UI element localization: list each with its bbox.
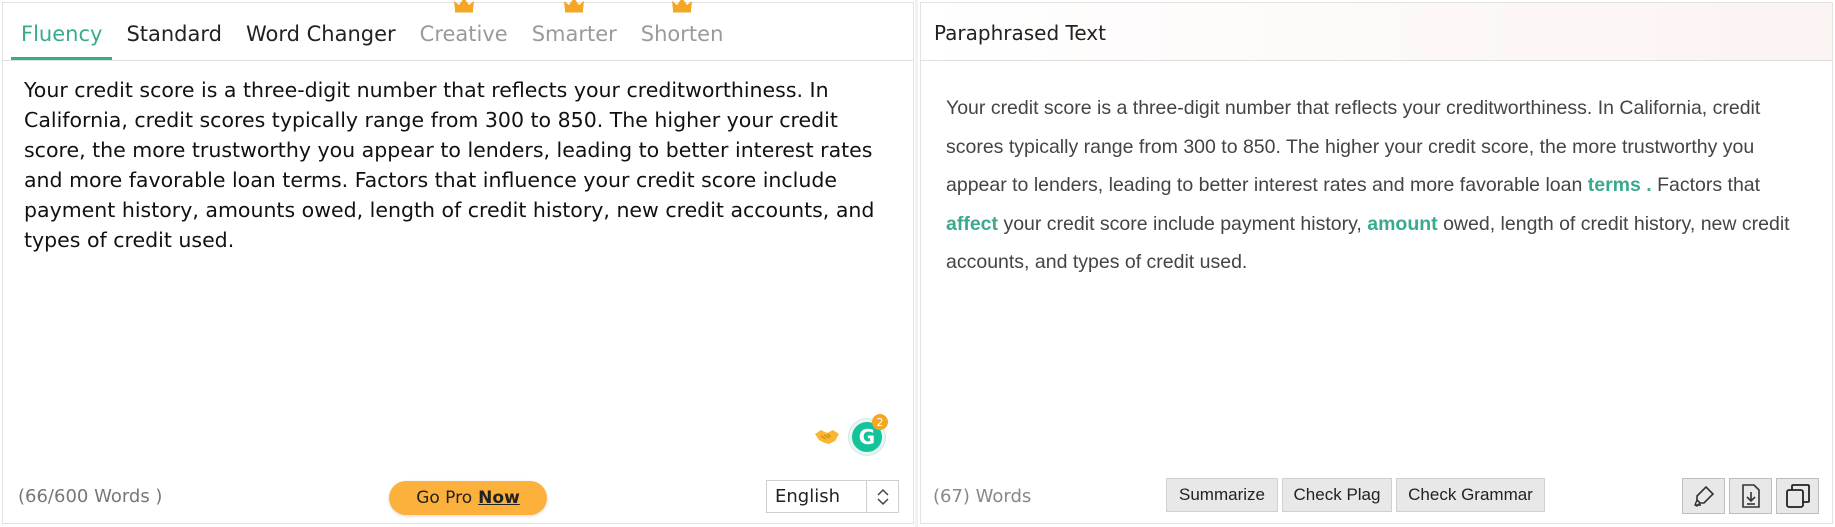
tab-label: Standard <box>126 22 222 46</box>
language-value: English <box>775 486 840 507</box>
crown-icon <box>564 0 585 13</box>
tab-label: Creative <box>419 22 508 46</box>
download-button[interactable] <box>1729 478 1772 514</box>
crown-icon <box>672 0 693 13</box>
go-pro-now-label: Now <box>478 488 520 508</box>
output-segment: your credit score include payment histor… <box>998 212 1368 235</box>
language-select[interactable]: English <box>766 480 899 513</box>
highlighter-icon <box>1693 485 1714 507</box>
handshake-icon[interactable] <box>813 424 841 448</box>
paraphrased-text[interactable]: Your credit score is a three-digit numbe… <box>946 89 1796 282</box>
tab-standard[interactable]: Standard <box>116 22 232 60</box>
output-panel: Paraphrased Text Your credit score is a … <box>920 2 1833 524</box>
tab-smarter[interactable]: Smarter <box>522 0 627 60</box>
changed-word[interactable]: affect <box>946 213 998 235</box>
tab-fluency[interactable]: Fluency <box>11 22 113 60</box>
download-icon <box>1741 484 1760 508</box>
tab-label: Fluency <box>21 22 103 46</box>
check-grammar-button[interactable]: Check Grammar <box>1396 478 1545 512</box>
tab-label: Word Changer <box>245 22 396 46</box>
panel-divider <box>915 0 918 527</box>
input-panel: Fluency Standard Word Changer Creative S… <box>2 0 914 524</box>
updown-arrows-icon <box>866 481 898 512</box>
tab-label: Shorten <box>640 22 724 46</box>
tab-creative[interactable]: Creative <box>410 0 518 60</box>
go-pro-button[interactable]: Go Pro Now <box>389 481 547 515</box>
changed-word[interactable]: amount <box>1367 213 1437 235</box>
output-word-count: (67) Words <box>933 486 1032 507</box>
go-pro-label: Go Pro <box>416 488 473 508</box>
summarize-button[interactable]: Summarize <box>1166 478 1278 512</box>
copy-icon <box>1785 484 1810 508</box>
tab-label: Smarter <box>531 22 617 46</box>
grammarly-letter: G <box>858 425 876 449</box>
highlighter-button[interactable] <box>1682 478 1725 514</box>
grammarly-icon[interactable]: G 2 <box>849 414 888 455</box>
copy-button[interactable] <box>1776 478 1819 514</box>
output-header: Paraphrased Text <box>921 3 1832 61</box>
input-text-area[interactable]: Your credit score is a three-digit numbe… <box>24 75 894 255</box>
output-segment: Factors that <box>1651 174 1761 196</box>
changed-word[interactable]: terms . <box>1588 174 1652 196</box>
tab-shorten[interactable]: Shorten <box>631 0 734 60</box>
input-word-count: (66/600 Words ) <box>18 486 163 507</box>
output-title: Paraphrased Text <box>934 21 1106 45</box>
check-plag-button[interactable]: Check Plag <box>1282 478 1392 512</box>
crown-icon <box>453 0 474 13</box>
mode-tabs: Fluency Standard Word Changer Creative S… <box>3 0 913 61</box>
tab-word-changer[interactable]: Word Changer <box>236 22 406 60</box>
grammarly-count-badge: 2 <box>872 414 888 430</box>
